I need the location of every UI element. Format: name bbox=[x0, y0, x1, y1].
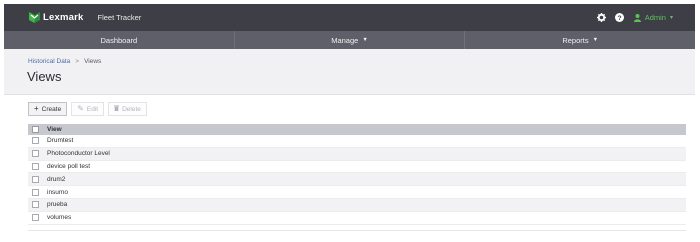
table-row[interactable]: Photoconductor Level bbox=[28, 147, 686, 161]
table-row[interactable]: prueba bbox=[28, 198, 686, 212]
top-bar: Lexmark Fleet Tracker ? Admin ▾ bbox=[4, 4, 695, 31]
nav-item-label: Manage bbox=[331, 35, 359, 45]
top-right-actions: ? Admin ▾ bbox=[596, 4, 673, 31]
chevron-down-icon: ▾ bbox=[669, 15, 673, 21]
breadcrumb-link-historical-data[interactable]: Historical Data bbox=[28, 58, 70, 65]
app-name: Fleet Tracker bbox=[97, 13, 142, 22]
row-view-name: Drumtest bbox=[47, 137, 74, 145]
toolbar: + Create ✎ Edit Delete bbox=[28, 102, 147, 116]
row-view-name: prueba bbox=[47, 201, 68, 209]
row-view-name: Photoconductor Level bbox=[47, 150, 110, 158]
lexmark-logo-icon bbox=[29, 12, 40, 23]
breadcrumb-separator: > bbox=[75, 58, 80, 65]
table-row[interactable]: device poll test bbox=[28, 161, 686, 174]
gear-icon[interactable] bbox=[596, 13, 606, 22]
nav-item-reports[interactable]: Reports ▼ bbox=[465, 31, 695, 49]
row-checkbox[interactable] bbox=[32, 175, 39, 183]
lexmark-logo[interactable]: Lexmark bbox=[29, 12, 83, 23]
breadcrumb: Historical Data > Views bbox=[28, 58, 101, 65]
nav-item-manage[interactable]: Manage ▼ bbox=[235, 31, 466, 49]
edit-button[interactable]: ✎ Edit bbox=[71, 102, 105, 116]
row-checkbox[interactable] bbox=[32, 214, 39, 222]
row-view-name: insumo bbox=[47, 188, 68, 196]
select-all-checkbox[interactable] bbox=[32, 126, 39, 133]
trash-icon bbox=[114, 105, 120, 113]
row-checkbox[interactable] bbox=[32, 188, 39, 196]
table-row[interactable]: drum2 bbox=[28, 173, 686, 187]
row-checkbox[interactable] bbox=[32, 137, 39, 145]
table-row[interactable]: insumo bbox=[28, 186, 686, 199]
row-checkbox[interactable] bbox=[32, 150, 39, 158]
views-table: View Drumtest Photoconductor Level devic… bbox=[28, 124, 686, 225]
column-header-view[interactable]: View bbox=[47, 126, 62, 133]
table-header: View bbox=[28, 124, 686, 135]
main-nav: Dashboard Manage ▼ Reports ▼ bbox=[4, 31, 695, 49]
create-button[interactable]: + Create bbox=[28, 102, 68, 116]
user-name: Admin bbox=[644, 13, 666, 22]
row-view-name: volumes bbox=[47, 214, 72, 222]
delete-label: Delete bbox=[122, 105, 141, 113]
nav-item-dashboard[interactable]: Dashboard bbox=[4, 31, 235, 49]
chevron-down-icon: ▼ bbox=[362, 37, 368, 43]
pencil-icon: ✎ bbox=[77, 104, 84, 113]
edit-label: Edit bbox=[86, 105, 99, 113]
chevron-down-icon: ▼ bbox=[592, 37, 599, 43]
help-icon[interactable]: ? bbox=[614, 13, 624, 22]
table-row[interactable]: Drumtest bbox=[28, 135, 686, 148]
brand-name: Lexmark bbox=[43, 12, 84, 23]
page-header: Historical Data > Views Views bbox=[4, 49, 695, 95]
row-view-name: device poll test bbox=[47, 162, 90, 170]
nav-item-label: Reports bbox=[562, 35, 589, 45]
breadcrumb-current: Views bbox=[84, 58, 102, 65]
plus-icon: + bbox=[34, 104, 39, 113]
app-window: Lexmark Fleet Tracker ? Admin ▾ Dashboar… bbox=[0, 0, 700, 242]
user-menu[interactable]: Admin ▾ bbox=[633, 13, 673, 22]
create-label: Create bbox=[41, 105, 62, 113]
table-row[interactable]: volumes bbox=[28, 212, 686, 225]
row-checkbox[interactable] bbox=[32, 201, 39, 209]
user-icon bbox=[633, 13, 641, 22]
table-divider bbox=[28, 230, 686, 231]
page-title: Views bbox=[27, 69, 62, 84]
row-checkbox[interactable] bbox=[32, 162, 39, 170]
svg-text:?: ? bbox=[617, 15, 621, 22]
row-view-name: drum2 bbox=[47, 175, 66, 183]
delete-button[interactable]: Delete bbox=[108, 102, 147, 116]
nav-item-label: Dashboard bbox=[100, 35, 138, 45]
